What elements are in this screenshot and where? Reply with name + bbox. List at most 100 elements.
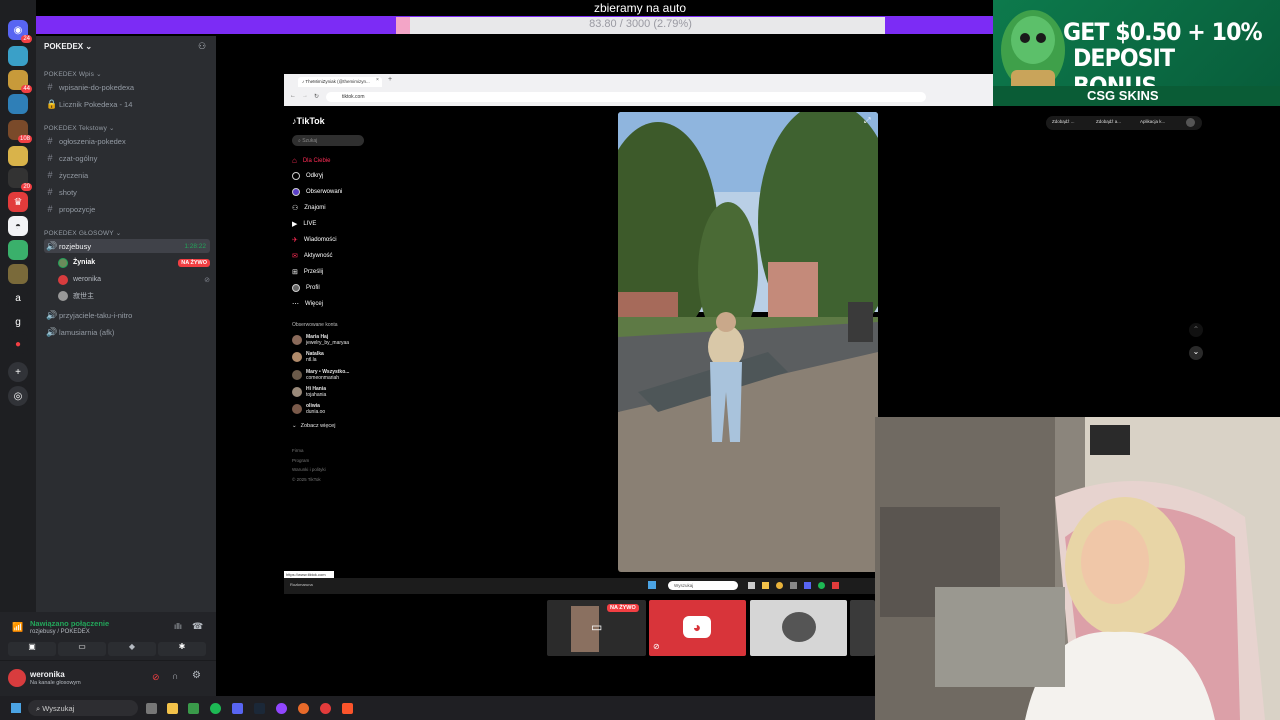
firefox-icon[interactable] [298, 703, 309, 714]
nav-following[interactable]: Obserwowani [292, 188, 342, 196]
add-member-icon[interactable]: ⚇ [198, 41, 206, 52]
close-tab-icon[interactable]: × [376, 77, 379, 83]
browser-tab[interactable]: ♪ TheMimiZyniak (@themimizyn... [298, 77, 382, 87]
participant-tile[interactable] [850, 600, 875, 656]
server-icon[interactable]: 44 [8, 70, 32, 93]
spotify-icon[interactable] [818, 582, 825, 589]
voice-channel[interactable]: 🔊 lamusiarnia (afk) [44, 325, 210, 339]
add-server-icon[interactable]: + [8, 362, 28, 382]
followed-account[interactable]: oliwia dunia.oo [292, 403, 325, 415]
server-icon[interactable]: 20 [8, 168, 32, 191]
get-app-link[interactable]: Zdobądź a... [1096, 119, 1121, 124]
noise-suppression-icon[interactable]: ıllı [174, 622, 182, 631]
category-header[interactable]: POKEDEX GŁOSOWY ⌄ [44, 229, 121, 237]
server-icon[interactable]: ♛ [8, 192, 28, 212]
channel-item[interactable]: # ogłoszenia-pokedex [44, 134, 210, 148]
category-header[interactable]: POKEDEX Wpis ⌄ [44, 70, 102, 78]
new-tab-icon[interactable]: + [388, 76, 392, 83]
address-bar[interactable]: tiktok.com [326, 92, 926, 102]
followed-account[interactable]: Natalka ntl.la [292, 351, 324, 363]
folder-icon[interactable] [762, 582, 769, 589]
avatar[interactable] [8, 669, 26, 687]
server-icon[interactable]: a [8, 288, 28, 308]
channel-item[interactable]: # czat-ogólny [44, 151, 210, 165]
chevron-up-icon[interactable]: ⌃ [1189, 323, 1203, 337]
footer-link[interactable]: Program [292, 456, 326, 466]
stream-thumbnail[interactable]: ▭ NA ŻYWO [547, 600, 646, 656]
server-icon[interactable] [8, 264, 28, 284]
see-more-link[interactable]: ⌄ Zobacz więcej [292, 423, 335, 429]
nav-more[interactable]: ⋯ Więcej [292, 300, 323, 308]
category-header[interactable]: POKEDEX Tekstowy ⌄ [44, 124, 115, 132]
nav-friends[interactable]: ⚇ Znajomi [292, 204, 326, 212]
inner-search[interactable]: Wyszukaj [668, 581, 738, 590]
soundboard-button[interactable]: ✱ [158, 642, 206, 656]
chevron-down-icon[interactable]: ⌄ [1189, 346, 1203, 360]
spotify-icon[interactable] [210, 703, 221, 714]
guild-name[interactable]: POKEDEX ⌄ [44, 42, 92, 51]
nav-for-you[interactable]: ⌂ Dla Ciebie [292, 156, 331, 165]
tiktok-video[interactable]: ⤢ [618, 112, 878, 572]
server-icon[interactable]: ● [8, 334, 28, 354]
app-icon[interactable] [832, 582, 839, 589]
chrome-icon[interactable] [776, 582, 783, 589]
footer-link[interactable]: Warunki i polityki [292, 465, 326, 475]
nav-upload[interactable]: ⊞ Prześlij [292, 268, 323, 276]
channel-item[interactable]: # shoty [44, 185, 210, 199]
headphones-icon[interactable]: ∩ [172, 671, 178, 681]
nav-profile[interactable]: Profil [292, 284, 320, 292]
discord-icon[interactable] [804, 582, 811, 589]
avatar[interactable] [1186, 118, 1195, 127]
search-input[interactable]: ⌕ Szukaj [292, 135, 364, 146]
followed-account[interactable]: Hi Hania tojahania [292, 386, 326, 398]
app-icon[interactable] [748, 582, 755, 589]
channel-item[interactable]: 🔒 Licznik Pokedexa - 14 [44, 97, 210, 111]
gear-icon[interactable]: ⚙ [192, 670, 201, 681]
nav-live[interactable]: ▶ LIVE [292, 220, 316, 228]
discord-icon[interactable] [232, 703, 243, 714]
voice-user[interactable]: 寂世主 [58, 289, 210, 302]
get-coins-link[interactable]: Zdobądź ... [1052, 119, 1075, 124]
weather-widget[interactable]: Rozkmaruna [290, 582, 313, 587]
task-view-icon[interactable] [146, 703, 157, 714]
folder-icon[interactable] [167, 703, 178, 714]
participant-tile-weronika[interactable]: ◕ ⊘ [649, 600, 746, 656]
discord-home-icon[interactable]: ◉ 24 [8, 20, 32, 43]
pokedex-server-icon[interactable]: ◓ [8, 216, 28, 236]
back-icon[interactable]: ← [290, 93, 296, 99]
tiktok-logo[interactable]: ♪TikTok [292, 116, 325, 126]
disconnect-icon[interactable]: ☎ [192, 621, 203, 632]
nav-activity[interactable]: ✉ Aktywność [292, 252, 333, 260]
discover-icon[interactable]: ◎ [8, 386, 28, 406]
participant-tile[interactable] [750, 600, 847, 656]
app-icon[interactable] [276, 703, 287, 714]
footer-link[interactable]: Firma [292, 446, 326, 456]
steam-icon[interactable] [254, 703, 265, 714]
voice-channel-rozjebusy[interactable]: 🔊 rozjebusy 1:28:22 [44, 239, 210, 253]
server-icon[interactable] [8, 146, 28, 166]
nav-explore[interactable]: Odkryj [292, 172, 323, 180]
voice-user[interactable]: Żyniak NA ŻYWO [58, 256, 210, 269]
store-icon[interactable] [188, 703, 199, 714]
forward-icon[interactable]: → [302, 93, 308, 99]
expand-icon[interactable]: ⤢ [864, 116, 870, 126]
channel-item[interactable]: # propozycje [44, 202, 210, 216]
taskbar-search[interactable]: ⌕ Wyszukaj [28, 700, 138, 716]
channel-item[interactable]: # wpisanie-do-pokedexa [44, 80, 210, 94]
screen-share-button[interactable]: ▭ [58, 642, 106, 656]
camera-button[interactable]: ▣ [8, 642, 56, 656]
voice-channel[interactable]: 🔊 przyjaciele-taku-i-nitro [44, 308, 210, 322]
pc-app-link[interactable]: Aplikacja k... [1140, 119, 1165, 124]
chrome-icon[interactable] [320, 703, 331, 714]
server-icon[interactable] [8, 240, 28, 260]
voice-user[interactable]: weronika ⊘ [58, 273, 210, 286]
server-icon[interactable]: g [8, 312, 28, 332]
activities-button[interactable]: ◆ [108, 642, 156, 656]
app-icon[interactable] [790, 582, 797, 589]
followed-account[interactable]: Maria Haj jewelry_by_maryaa [292, 334, 349, 346]
server-icon[interactable] [8, 46, 28, 66]
reload-icon[interactable]: ↻ [314, 93, 319, 100]
brave-icon[interactable] [342, 703, 353, 714]
mic-muted-icon[interactable]: ⊘ [152, 672, 160, 683]
csgo-skins-ad[interactable]: GET $0.50 + 10% DEPOSIT BONUS CSG SKINS [993, 0, 1280, 106]
